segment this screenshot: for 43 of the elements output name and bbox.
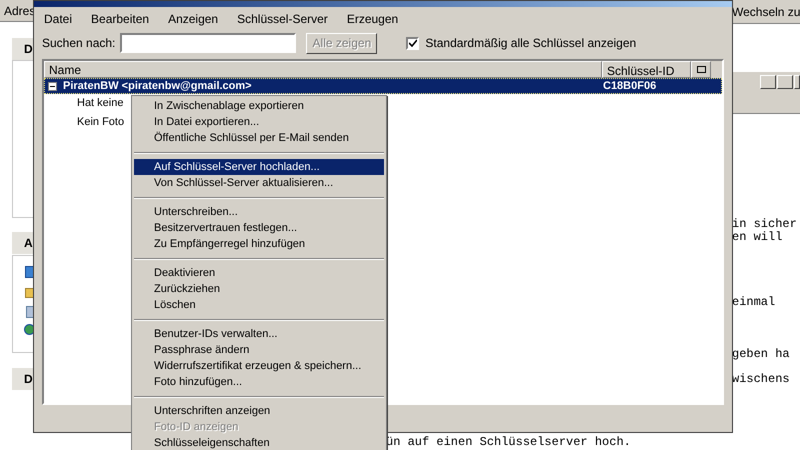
menu-item[interactable]: Unterschriften anzeigen bbox=[134, 403, 384, 419]
menu-item[interactable]: Von Schlüssel-Server aktualisieren... bbox=[134, 175, 384, 191]
menu-item[interactable]: Schlüsseleigenschaften bbox=[134, 435, 384, 450]
maximize-icon[interactable] bbox=[777, 75, 793, 89]
user-id-text: Kein Foto bbox=[77, 116, 124, 128]
menu-item[interactable]: Widerrufszertifikat erzeugen & speichern... bbox=[134, 358, 384, 374]
menu-item[interactable]: Deaktivieren bbox=[134, 265, 384, 281]
key-name: PiratenBW <piratenbw@gmail.com> bbox=[63, 78, 253, 94]
document-text: in sicher bbox=[732, 218, 797, 231]
menu-bar-item[interactable]: Anzeigen bbox=[168, 10, 218, 28]
menu-bar-item[interactable]: Erzeugen bbox=[346, 10, 398, 28]
menu-item[interactable]: Öffentliche Schlüssel per E-Mail senden bbox=[134, 130, 384, 146]
document-text: en will bbox=[732, 231, 782, 244]
checkbox-label: Standardmäßig alle Schlüssel anzeigen bbox=[425, 35, 636, 52]
collapse-icon[interactable] bbox=[48, 82, 57, 90]
search-label: Suchen nach: bbox=[42, 35, 116, 52]
menu-bar-item[interactable]: Schlüssel-Server bbox=[237, 10, 328, 28]
user-id-text: Hat keine bbox=[77, 97, 124, 109]
column-picker-icon[interactable] bbox=[691, 61, 711, 78]
switch-button[interactable]: Wechseln zu bbox=[730, 0, 800, 24]
minimize-icon[interactable] bbox=[760, 75, 776, 89]
menu-item[interactable]: Zu Empfängerregel hinzufügen bbox=[134, 236, 384, 252]
menu-item[interactable]: Löschen bbox=[134, 297, 384, 313]
menu-bar-item[interactable]: Datei bbox=[44, 10, 72, 28]
menu-item[interactable]: Auf Schlüssel-Server hochladen... bbox=[134, 159, 384, 175]
checkbox[interactable] bbox=[406, 36, 420, 50]
key-row[interactable]: PiratenBW <piratenbw@gmail.com> C18B0F06 bbox=[44, 78, 722, 94]
menu-item[interactable]: In Datei exportieren... bbox=[134, 114, 384, 130]
menu-item[interactable]: Benutzer-IDs verwalten... bbox=[134, 326, 384, 342]
menu-item[interactable]: Besitzervertrauen festlegen... bbox=[134, 220, 384, 236]
document-text: einmal bbox=[732, 296, 776, 309]
column-header[interactable]: Schlüssel-ID bbox=[602, 61, 691, 78]
menu-item[interactable]: Unterschreiben... bbox=[134, 204, 384, 220]
document-text: geben ha bbox=[732, 348, 790, 361]
menu-item[interactable]: Foto hinzufügen... bbox=[134, 374, 384, 390]
search-field[interactable] bbox=[120, 33, 296, 53]
key-id: C18B0F06 bbox=[603, 78, 656, 94]
document-text: wischens bbox=[732, 373, 790, 386]
menu-item[interactable]: Passphrase ändern bbox=[134, 342, 384, 358]
menu-item[interactable]: Zurückziehen bbox=[134, 281, 384, 297]
column-header[interactable]: Name bbox=[44, 61, 602, 78]
menu-bar-item[interactable]: Bearbeiten bbox=[91, 10, 150, 28]
menu-item[interactable]: In Zwischenablage exportieren bbox=[134, 98, 384, 114]
